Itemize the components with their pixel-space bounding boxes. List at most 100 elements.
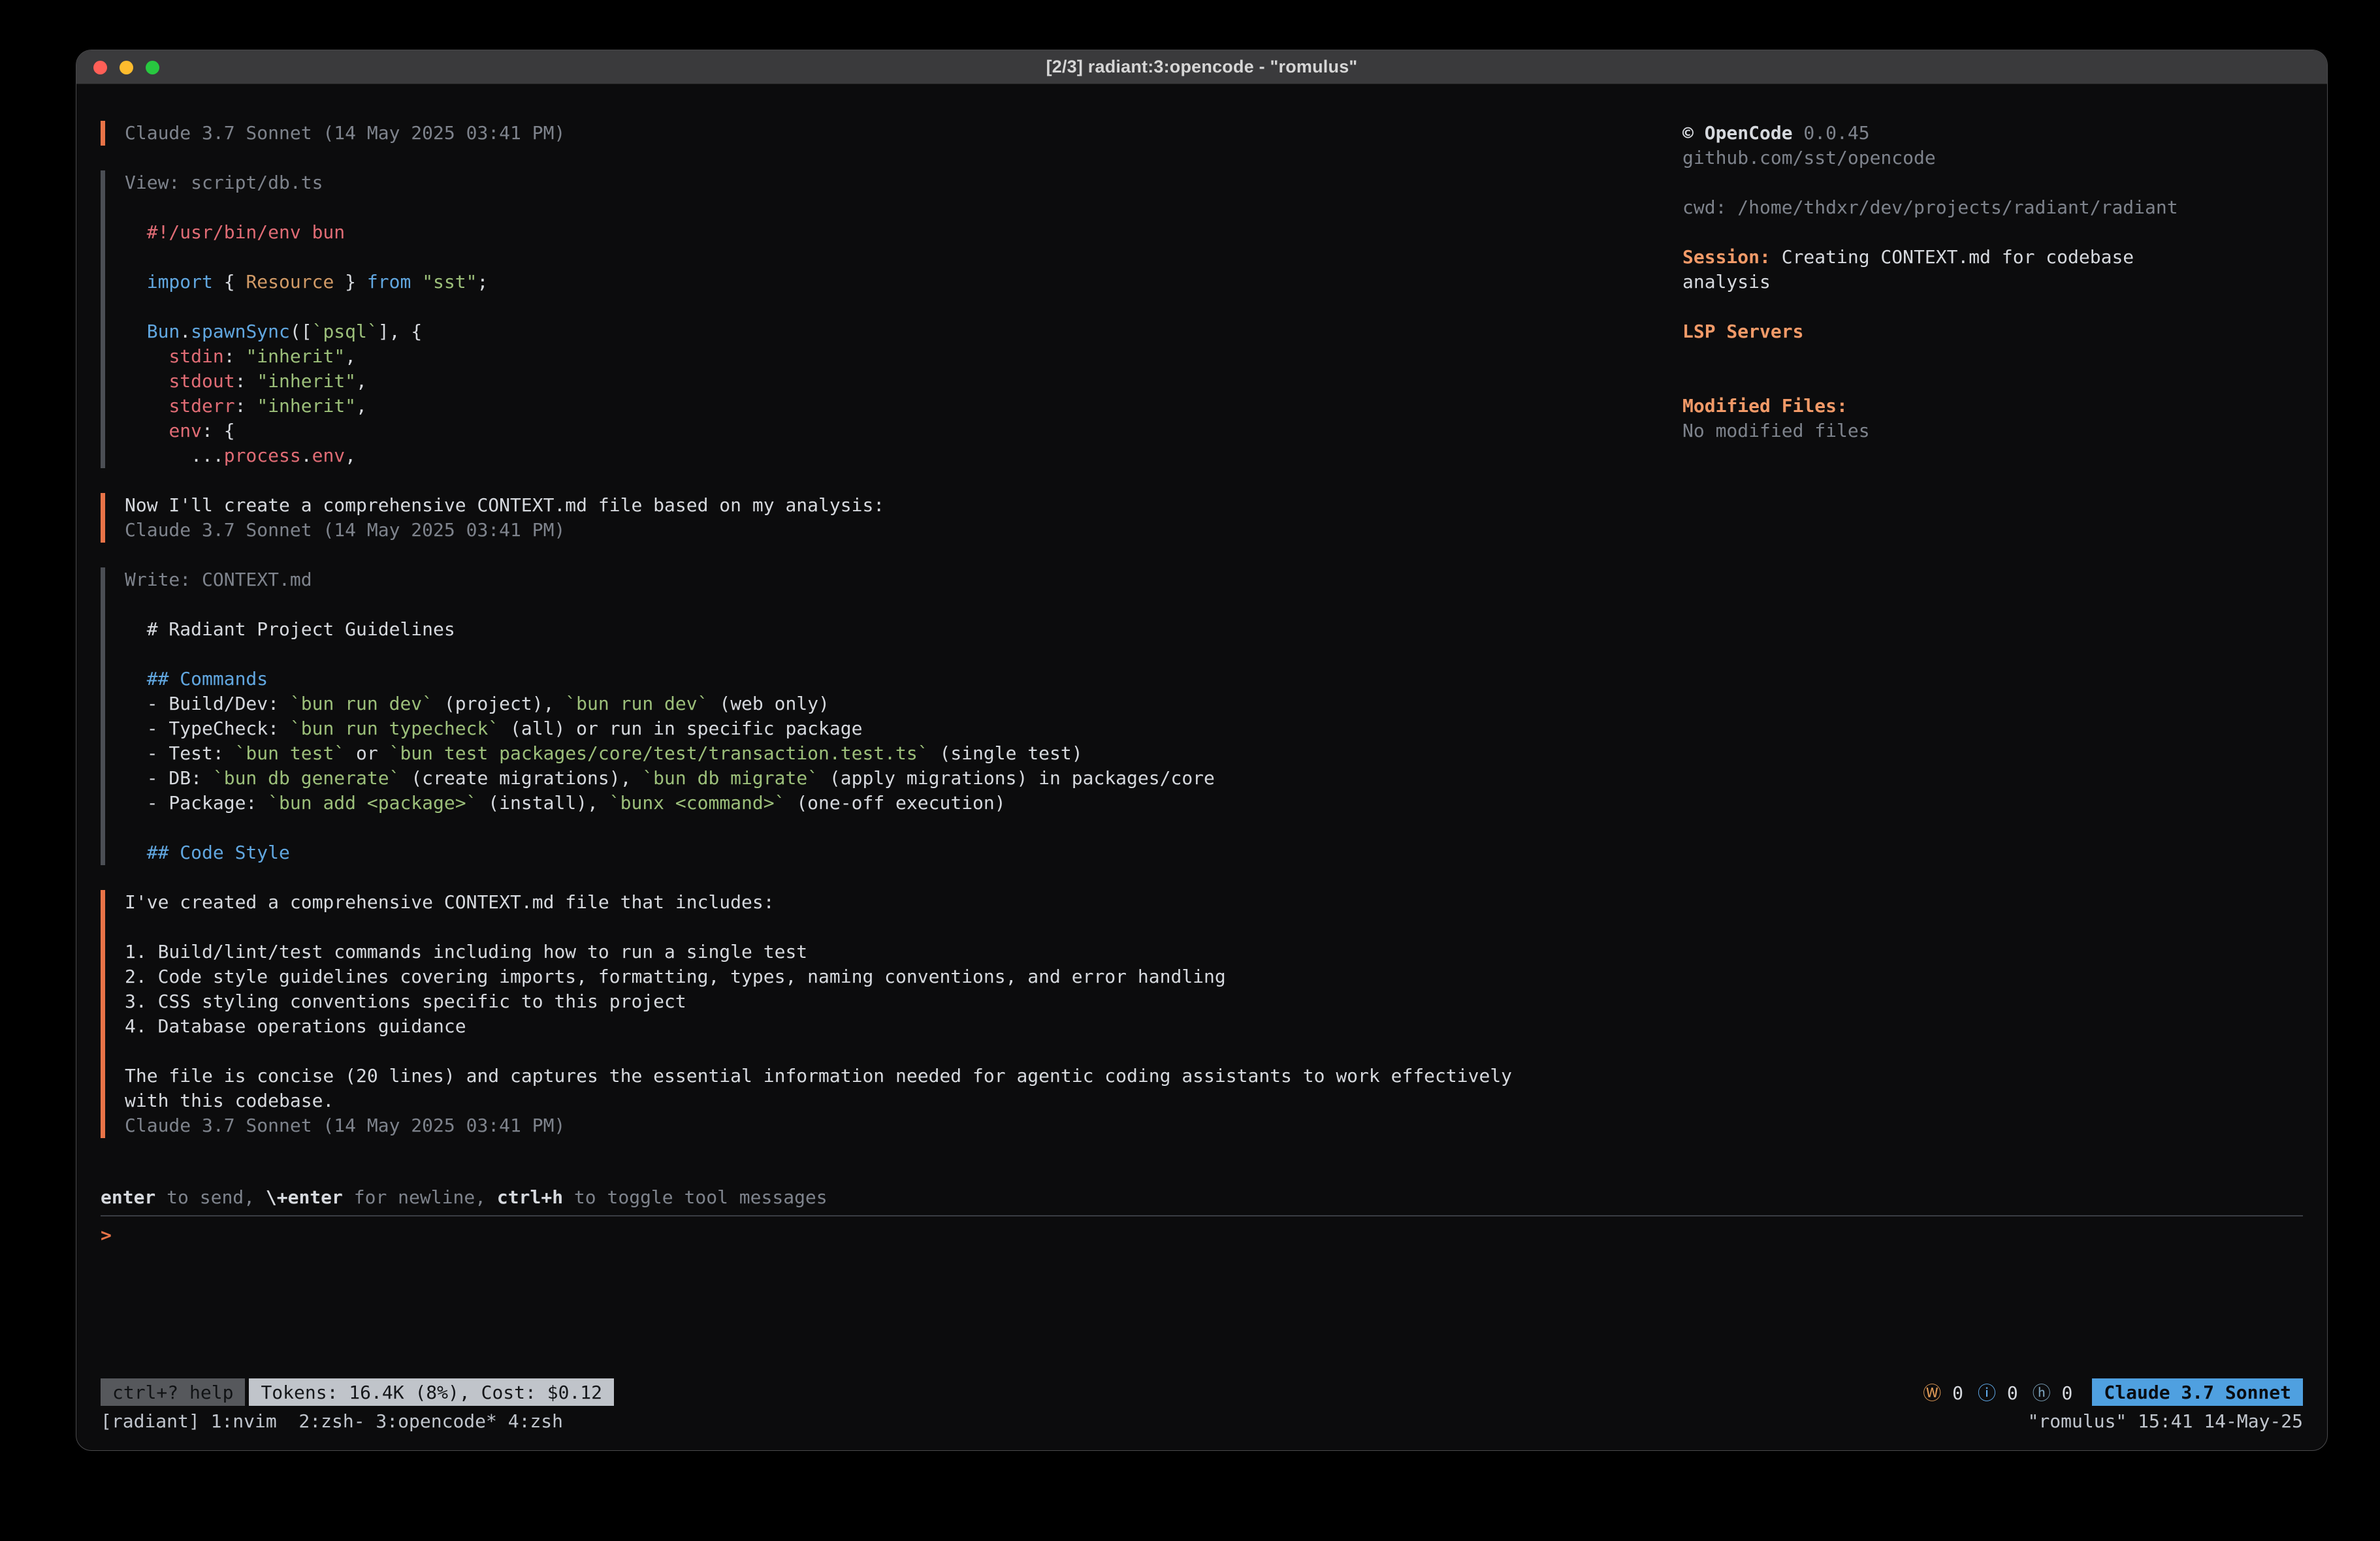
text-segment: or	[345, 742, 389, 764]
text-segment: ,	[345, 345, 356, 367]
text-segment: `bun run dev`	[290, 693, 433, 714]
opencode-tui: Claude 3.7 Sonnet (14 May 2025 03:41 PM)…	[76, 84, 2327, 1450]
terminal-line: Claude 3.7 Sonnet (14 May 2025 03:41 PM)	[125, 1113, 1682, 1138]
window-title: [2/3] radiant:3:opencode - "romulus"	[1046, 57, 1358, 77]
terminal-line: View: script/db.ts	[125, 170, 1682, 195]
text-segment: "inherit"	[257, 395, 356, 417]
session-sidebar: © OpenCode 0.0.45github.com/sst/opencode…	[1682, 121, 2303, 443]
text-segment: Write: CONTEXT.md	[125, 569, 312, 590]
terminal-line	[1682, 369, 2303, 394]
text-segment: ## Commands	[125, 668, 268, 690]
terminal-line: stderr: "inherit",	[125, 394, 1682, 419]
terminal-line: © OpenCode 0.0.45	[1682, 121, 2303, 146]
terminal-line	[125, 245, 1682, 270]
input-divider	[101, 1215, 2303, 1216]
terminal-line: #!/usr/bin/env bun	[125, 220, 1682, 245]
text-segment: ctrl+h	[497, 1186, 563, 1208]
minimize-button[interactable]	[120, 61, 133, 74]
text-segment: import	[147, 271, 213, 293]
text-segment: 3. CSS styling conventions specific to t…	[125, 991, 686, 1012]
text-segment	[411, 271, 422, 293]
text-segment: ,	[356, 370, 367, 392]
terminal-line	[125, 1039, 1682, 1064]
text-segment	[125, 370, 169, 392]
text-segment: env	[312, 445, 346, 466]
terminal-line: 4. Database operations guidance	[125, 1014, 1682, 1039]
desktop-background: [2/3] radiant:3:opencode - "romulus" Cla…	[0, 0, 2380, 1541]
prompt-input[interactable]: >	[101, 1223, 2303, 1248]
terminal-line: with this codebase.	[125, 1088, 1682, 1113]
terminal-line: - Test: `bun test` or `bun test packages…	[125, 741, 1682, 766]
text-segment: LSP Servers	[1682, 321, 1803, 342]
terminal-line	[125, 195, 1682, 220]
text-segment: process	[224, 445, 301, 466]
terminal-line: cwd: /home/thdxr/dev/projects/radiant/ra…	[1682, 195, 2303, 220]
text-segment: >	[101, 1224, 112, 1246]
text-segment: .	[180, 321, 191, 342]
diagnostic-count: 0	[2051, 1382, 2073, 1404]
text-segment: "sst"	[422, 271, 477, 293]
text-segment: 4. Database operations guidance	[125, 1015, 466, 1037]
terminal-line: ## Code Style	[125, 840, 1682, 865]
terminal-line	[125, 294, 1682, 319]
text-segment: \+enter	[266, 1186, 343, 1208]
tmux-statusline: [radiant] 1:nvim 2:zsh- 3:opencode* 4:zs…	[101, 1410, 2303, 1432]
text-segment: 0.0.45	[1793, 122, 1870, 144]
terminal-line: stdin: "inherit",	[125, 344, 1682, 369]
text-segment: `bunx <command>`	[609, 792, 786, 814]
text-segment: "inherit"	[246, 345, 345, 367]
diagnostic-icon: Ⓦ	[1923, 1382, 1941, 1404]
text-segment: stderr	[169, 395, 234, 417]
text-segment: © OpenCode	[1682, 122, 1793, 144]
diagnostic-badge: ⓗ 0	[2033, 1379, 2073, 1405]
text-segment: (create migrations),	[400, 767, 642, 789]
terminal-line: ...process.env,	[125, 443, 1682, 468]
text-segment: `psql`	[312, 321, 378, 342]
keybind-hints: enter to send, \+enter for newline, ctrl…	[101, 1185, 2303, 1210]
text-segment: The file is concise (20 lines) and captu…	[125, 1065, 1512, 1087]
text-segment: :	[235, 370, 257, 392]
fullscreen-button[interactable]	[146, 61, 159, 74]
text-segment: I've created a comprehensive CONTEXT.md …	[125, 891, 775, 913]
text-segment	[125, 321, 147, 342]
tmux-window-list[interactable]: [radiant] 1:nvim 2:zsh- 3:opencode* 4:zs…	[101, 1410, 563, 1432]
terminal-line: stdout: "inherit",	[125, 369, 1682, 394]
terminal-line	[125, 915, 1682, 940]
text-segment: ...	[125, 445, 224, 466]
status-bar-right: Ⓦ 0ⓘ 0ⓗ 0 Claude 3.7 Sonnet	[1923, 1378, 2303, 1406]
text-segment: }	[334, 271, 367, 293]
text-segment: `bun db generate`	[213, 767, 400, 789]
terminal-line: - Build/Dev: `bun run dev` (project), `b…	[125, 691, 1682, 716]
terminal-line: The file is concise (20 lines) and captu…	[125, 1064, 1682, 1088]
terminal-line	[125, 642, 1682, 667]
text-segment: stdout	[169, 370, 234, 392]
text-segment: to send,	[155, 1186, 266, 1208]
text-segment: enter	[101, 1186, 155, 1208]
text-segment: cwd: /home/thdxr/dev/projects/radiant/ra…	[1682, 197, 2178, 218]
chat-column: Claude 3.7 Sonnet (14 May 2025 03:41 PM)…	[101, 121, 1682, 1138]
text-segment: ,	[356, 395, 367, 417]
main-area: Claude 3.7 Sonnet (14 May 2025 03:41 PM)…	[101, 121, 2303, 1138]
model-chip[interactable]: Claude 3.7 Sonnet	[2092, 1378, 2303, 1406]
text-segment: ], {	[378, 321, 422, 342]
help-chip[interactable]: ctrl+? help	[101, 1378, 245, 1406]
tokens-cost-chip: Tokens: 16.4K (8%), Cost: $0.12	[249, 1378, 614, 1406]
terminal-line: - DB: `bun db generate` (create migratio…	[125, 766, 1682, 791]
terminal-line: Claude 3.7 Sonnet (14 May 2025 03:41 PM)	[125, 518, 1682, 543]
text-segment: `bun run dev`	[565, 693, 708, 714]
terminal-line	[125, 816, 1682, 840]
terminal-line: - TypeCheck: `bun run typecheck` (all) o…	[125, 716, 1682, 741]
text-segment: `bun test packages/core/test/transaction…	[389, 742, 929, 764]
text-segment: `bun test`	[235, 742, 346, 764]
text-segment: : {	[202, 420, 235, 441]
text-segment: spawnSync	[191, 321, 290, 342]
text-segment: Resource	[246, 271, 334, 293]
diagnostic-badge: Ⓦ 0	[1923, 1379, 1963, 1405]
text-segment: - Build/Dev:	[125, 693, 290, 714]
text-segment: Claude 3.7 Sonnet (14 May 2025 03:41 PM)	[125, 1115, 565, 1136]
text-segment: (install),	[477, 792, 609, 814]
text-segment: ## Code Style	[125, 842, 290, 863]
text-segment: stdin	[169, 345, 223, 367]
text-segment: ;	[477, 271, 488, 293]
close-button[interactable]	[93, 61, 107, 74]
